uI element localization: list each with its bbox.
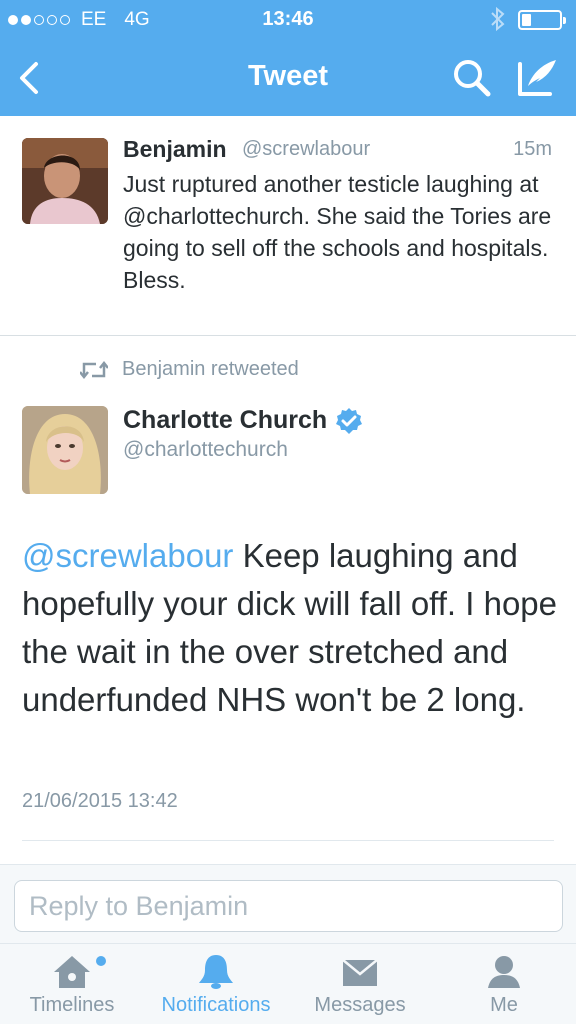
compose-tweet-icon[interactable]	[514, 56, 560, 100]
nav-bar: Tweet	[0, 38, 576, 116]
envelope-icon	[342, 959, 378, 986]
search-icon[interactable]	[450, 56, 494, 100]
verified-badge-icon	[336, 407, 363, 434]
tab-messages[interactable]: Messages	[288, 944, 432, 1024]
avatar-benjamin-image	[22, 138, 108, 224]
tab-label: Messages	[314, 994, 406, 1016]
tab-label: Me	[490, 994, 518, 1016]
reply-bar	[0, 864, 576, 944]
tweet-date: 21/06/2015 13:42	[22, 790, 178, 812]
author-handle[interactable]: @charlottechurch	[123, 438, 288, 462]
retweet-context: Benjamin retweeted	[80, 358, 299, 381]
home-icon	[54, 956, 90, 988]
person-icon	[488, 956, 520, 988]
tab-bar: Timelines Notifications Messages Me	[0, 944, 576, 1024]
new-content-dot	[96, 956, 106, 966]
bluetooth-icon	[491, 6, 505, 32]
divider	[22, 840, 554, 841]
retweet-label: Benjamin retweeted	[122, 358, 299, 380]
status-bar: EE 4G 13:46	[0, 0, 576, 38]
avatar-charlotte-image	[22, 406, 108, 494]
tab-notifications[interactable]: Notifications	[144, 944, 288, 1024]
tweet-text: Just ruptured another testicle laughing …	[123, 171, 552, 293]
battery-icon	[518, 10, 566, 30]
tab-label: Timelines	[29, 994, 115, 1016]
bell-icon	[199, 955, 233, 989]
tab-me[interactable]: Me	[432, 944, 576, 1024]
tab-label: Notifications	[161, 994, 271, 1016]
top-bar: EE 4G 13:46 Tweet	[0, 0, 576, 116]
tweet-text: @screwlabour Keep laughing and hopefully…	[22, 532, 562, 724]
author-name[interactable]: Charlotte Church	[123, 406, 363, 435]
author-name[interactable]: Benjamin	[123, 136, 227, 163]
avatar[interactable]	[22, 406, 108, 494]
mention-link[interactable]: @screwlabour	[22, 537, 233, 574]
avatar[interactable]	[22, 138, 108, 224]
reply-tweet[interactable]: Benjamin @screwlabour 15m Just ruptured …	[0, 116, 576, 336]
tweet-timestamp: 15m	[513, 138, 552, 160]
tab-timelines[interactable]: Timelines	[0, 944, 144, 1024]
retweet-icon	[80, 360, 108, 379]
author-handle[interactable]: @screwlabour	[242, 138, 370, 161]
reply-input[interactable]	[14, 880, 563, 932]
author-name-text[interactable]: Charlotte Church	[123, 406, 327, 435]
